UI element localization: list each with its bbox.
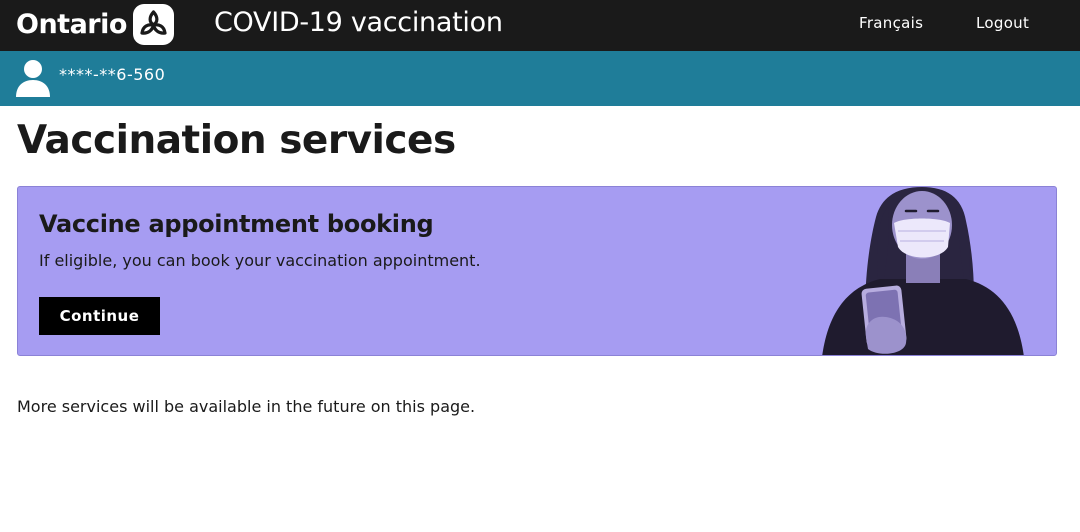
app-title: COVID-19 vaccination [214,7,503,38]
vaccine-booking-card: Vaccine appointment booking If eligible,… [17,186,1057,356]
language-toggle-link[interactable]: Français [859,12,923,34]
continue-button[interactable]: Continue [39,297,160,335]
card-heading: Vaccine appointment booking [39,210,434,238]
ontario-trillium-icon[interactable] [133,4,174,45]
user-info-bar: ****-**6-560 [0,51,1080,106]
card-description: If eligible, you can book your vaccinati… [39,251,481,270]
masked-health-card-number: ****-**6-560 [59,65,166,84]
page-title: Vaccination services [17,118,456,163]
logout-link[interactable]: Logout [976,12,1029,34]
footer-note: More services will be available in the f… [17,397,476,416]
top-header-bar: Ontario COVID-19 vaccination Français Lo… [0,0,1080,51]
user-icon [16,59,50,103]
ontario-logo-text[interactable]: Ontario [16,6,127,44]
person-with-mask-phone-image [822,187,1024,355]
